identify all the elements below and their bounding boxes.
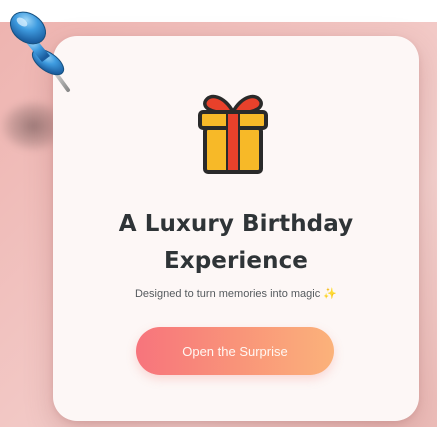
pushpin-icon [9, 11, 70, 92]
gift-icon [198, 94, 268, 174]
card-subtitle: Designed to turn memories into magic ✨ [53, 286, 419, 302]
subtitle-text: Designed to turn memories into magic [134, 288, 321, 300]
sparkle-icon: ✨ [323, 288, 337, 300]
open-surprise-button[interactable]: Open the Surprise [136, 327, 334, 375]
pin-shadow [0, 100, 56, 152]
card-title: A Luxury Birthday Experience [118, 211, 354, 274]
